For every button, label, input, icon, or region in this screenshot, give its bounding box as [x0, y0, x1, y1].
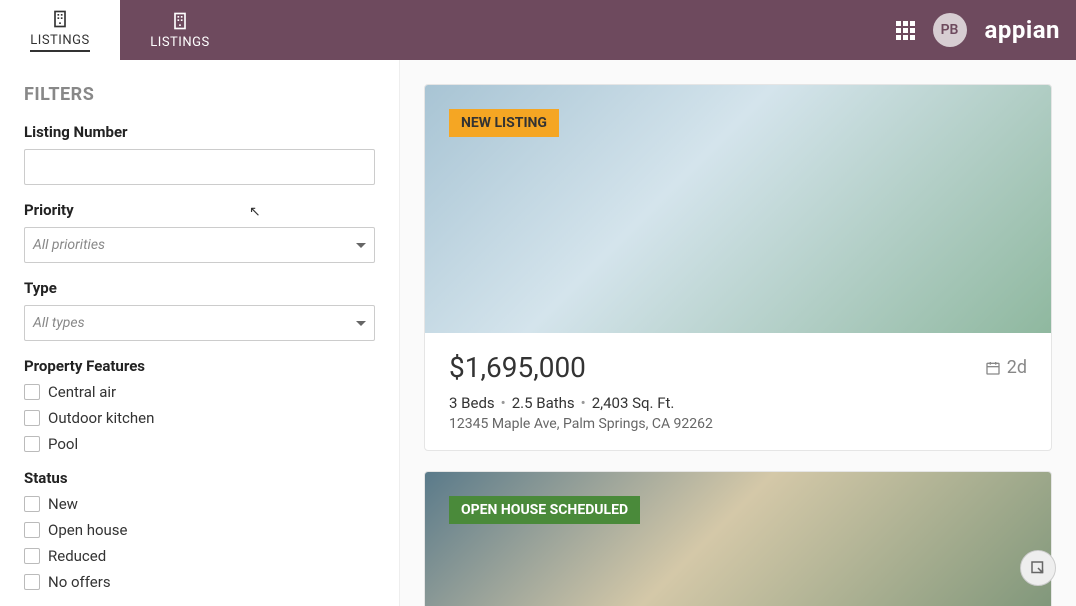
brand-logo: appian [985, 16, 1061, 44]
feature-central-air[interactable]: Central air [24, 383, 375, 401]
new-listing-badge: NEW LISTING [449, 109, 559, 137]
building-icon [170, 11, 190, 31]
calendar-icon [985, 360, 1001, 376]
listing-number-input[interactable] [24, 149, 375, 185]
priority-placeholder: All priorities [33, 237, 105, 253]
tab-listings-inactive[interactable]: LISTINGS [120, 0, 240, 60]
open-house-badge: OPEN HOUSE SCHEDULED [449, 496, 640, 524]
top-nav: LISTINGS LISTINGS PB appian [0, 0, 1076, 60]
checkbox-icon [24, 436, 40, 452]
listing-image: NEW LISTING [425, 85, 1051, 333]
user-avatar[interactable]: PB [933, 13, 967, 47]
feature-pool[interactable]: Pool [24, 435, 375, 453]
tab-label: LISTINGS [150, 35, 209, 50]
filters-heading: FILTERS [24, 84, 375, 105]
apps-icon[interactable] [896, 21, 915, 40]
listing-specs: 3 Beds•2.5 Baths•2,403 Sq. Ft. [449, 394, 1027, 412]
type-select[interactable]: All types [24, 305, 375, 341]
chevron-down-icon [356, 321, 366, 326]
status-new[interactable]: New [24, 495, 375, 513]
tab-label: LISTINGS [30, 33, 89, 52]
checkbox-icon [24, 548, 40, 564]
listing-price: $1,695,000 [449, 351, 586, 384]
checkbox-icon [24, 496, 40, 512]
cursor-arrow-icon [1029, 559, 1047, 577]
status-no-offers[interactable]: No offers [24, 573, 375, 591]
feature-outdoor-kitchen[interactable]: Outdoor kitchen [24, 409, 375, 427]
chevron-down-icon [356, 243, 366, 248]
listing-address: 12345 Maple Ave, Palm Springs, CA 92262 [449, 416, 1027, 432]
checkbox-icon [24, 574, 40, 590]
filters-sidebar: FILTERS Listing Number Priority All prio… [0, 60, 400, 606]
listing-image: OPEN HOUSE SCHEDULED [425, 472, 1051, 606]
type-placeholder: All types [33, 315, 85, 331]
checkbox-icon [24, 384, 40, 400]
checkbox-icon [24, 410, 40, 426]
priority-select[interactable]: All priorities [24, 227, 375, 263]
tab-listings-active[interactable]: LISTINGS [0, 0, 120, 60]
type-label: Type [24, 279, 375, 297]
listing-card[interactable]: OPEN HOUSE SCHEDULED [424, 471, 1052, 606]
scroll-helper-button[interactable] [1020, 550, 1056, 586]
status-label: Status [24, 469, 375, 487]
listing-age: 2d [985, 357, 1027, 378]
building-icon [50, 9, 70, 29]
listing-card[interactable]: NEW LISTING $1,695,000 2d 3 Beds•2.5 Bat… [424, 84, 1052, 451]
checkbox-icon [24, 522, 40, 538]
listing-number-label: Listing Number [24, 123, 375, 141]
status-open-house[interactable]: Open house [24, 521, 375, 539]
status-reduced[interactable]: Reduced [24, 547, 375, 565]
priority-label: Priority [24, 201, 375, 219]
listings-content: NEW LISTING $1,695,000 2d 3 Beds•2.5 Bat… [400, 60, 1076, 606]
features-label: Property Features [24, 357, 375, 375]
